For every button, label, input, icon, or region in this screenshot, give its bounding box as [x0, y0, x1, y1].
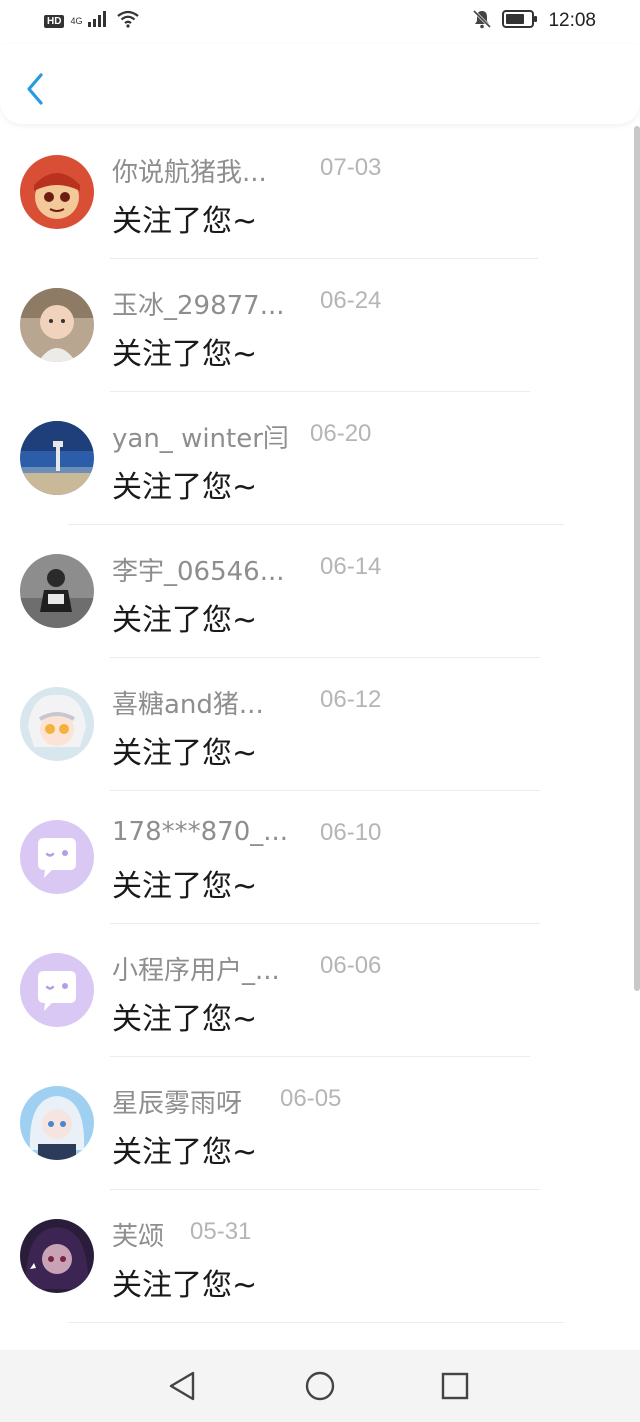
message: 关注了您~: [112, 1135, 258, 1170]
status-bar: HD 4G 12:08: [0, 0, 640, 44]
message: 关注了您~: [112, 1268, 258, 1303]
top-bar: [0, 44, 640, 124]
back-button[interactable]: [18, 72, 52, 106]
message: 关注了您~: [112, 337, 258, 372]
date: 06-20: [310, 420, 372, 447]
wifi-icon: [116, 10, 140, 32]
chevron-left-icon: [27, 73, 43, 105]
date: 06-05: [280, 1085, 342, 1112]
square-recents-icon: [441, 1372, 469, 1400]
avatar[interactable]: [20, 288, 94, 362]
date: 07-03: [320, 154, 382, 181]
date: 06-06: [320, 952, 382, 979]
user-name[interactable]: 芙颂: [112, 1216, 164, 1253]
clock: 12:08: [548, 10, 596, 31]
list-item[interactable]: yan_ winter闫 06-20 关注了您~: [0, 392, 640, 525]
message: 关注了您~: [112, 1002, 258, 1037]
battery-icon: [502, 10, 538, 32]
notification-list: 你说航猪我... 07-03 关注了您~ 玉冰_29877... 06-24 关…: [0, 126, 640, 1323]
nav-recents-button[interactable]: [437, 1368, 473, 1404]
date: 06-14: [320, 553, 382, 580]
message: 关注了您~: [112, 204, 258, 239]
hd-badge: HD: [44, 14, 65, 28]
signal-icon: [88, 11, 110, 31]
default-avatar-icon: [20, 820, 94, 894]
list-item[interactable]: 星辰雾雨呀 06-05 关注了您~: [0, 1057, 640, 1190]
avatar[interactable]: [20, 687, 94, 761]
user-name[interactable]: 小程序用户_...: [112, 950, 280, 987]
user-name[interactable]: 你说航猪我...: [112, 152, 267, 189]
list-item[interactable]: 小程序用户_... 06-06 关注了您~: [0, 924, 640, 1057]
message: 关注了您~: [112, 869, 258, 904]
list-item[interactable]: 李宇_06546... 06-14 关注了您~: [0, 525, 640, 658]
date: 05-31: [190, 1218, 252, 1245]
network-type: 4G: [70, 15, 83, 26]
list-item[interactable]: 你说航猪我... 07-03 关注了您~: [0, 126, 640, 259]
avatar[interactable]: [20, 421, 94, 495]
list-item[interactable]: 喜糖and猪... 06-12 关注了您~: [0, 658, 640, 791]
date: 06-24: [320, 287, 382, 314]
system-nav-bar: [0, 1350, 640, 1422]
user-name[interactable]: 星辰雾雨呀: [112, 1083, 242, 1120]
nav-back-button[interactable]: [164, 1368, 200, 1404]
list-item[interactable]: 玉冰_29877... 06-24 关注了您~: [0, 259, 640, 392]
user-name[interactable]: 李宇_06546...: [112, 551, 285, 588]
scrollbar[interactable]: [634, 126, 640, 991]
avatar[interactable]: [20, 155, 94, 229]
date: 06-12: [320, 686, 382, 713]
message: 关注了您~: [112, 736, 258, 771]
user-name[interactable]: 178***870_...: [112, 817, 288, 847]
avatar[interactable]: [20, 820, 94, 894]
date: 06-10: [320, 819, 382, 846]
avatar[interactable]: [20, 554, 94, 628]
avatar[interactable]: [20, 1086, 94, 1160]
message: 关注了您~: [112, 470, 258, 505]
nav-home-button[interactable]: [302, 1368, 338, 1404]
user-name[interactable]: 玉冰_29877...: [112, 285, 285, 322]
user-name[interactable]: yan_ winter闫: [112, 418, 289, 455]
list-item[interactable]: 芙颂 05-31 关注了您~: [0, 1190, 640, 1323]
list-item[interactable]: 178***870_... 06-10 关注了您~: [0, 791, 640, 924]
bell-muted-icon: [472, 9, 492, 33]
user-name[interactable]: 喜糖and猪...: [112, 684, 264, 721]
message: 关注了您~: [112, 603, 258, 638]
default-avatar-icon: [20, 953, 94, 1027]
triangle-back-icon: [169, 1371, 195, 1401]
avatar[interactable]: [20, 953, 94, 1027]
avatar[interactable]: [20, 1219, 94, 1293]
divider: [68, 1322, 564, 1323]
circle-home-icon: [305, 1371, 335, 1401]
